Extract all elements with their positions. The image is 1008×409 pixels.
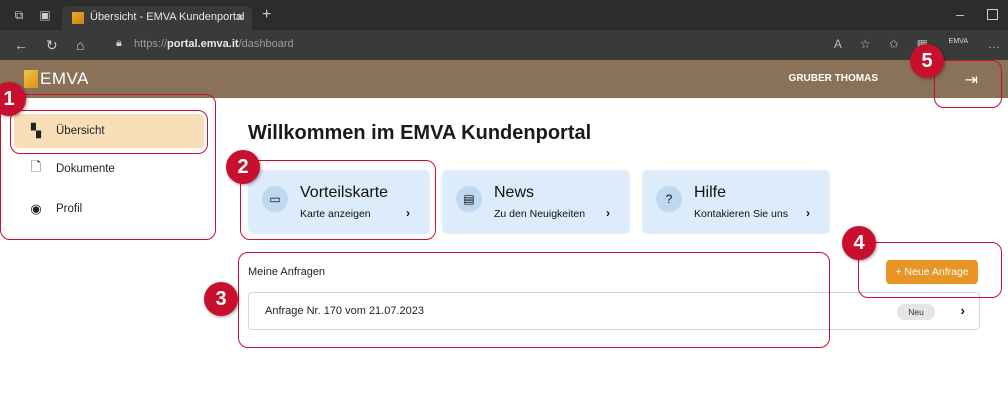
emva-favicon-icon (72, 12, 84, 24)
logo-mark-icon (24, 70, 38, 88)
workspaces-icon[interactable]: ⧉ (12, 8, 26, 22)
logo-text: EMVA (40, 69, 89, 88)
back-icon[interactable]: ← (14, 37, 28, 53)
annotation-box-vorteilskarte (240, 160, 436, 240)
url-text: https://portal.emva.it/dashboard (134, 38, 294, 50)
lock-icon: 🔒︎ (116, 37, 122, 49)
tab-close-icon[interactable]: × (237, 10, 244, 24)
user-name[interactable]: GRUBER THOMAS (789, 73, 878, 84)
chevron-right-icon: › (960, 303, 965, 318)
reload-icon[interactable]: ↻ (46, 37, 58, 54)
minimize-icon[interactable]: – (956, 6, 964, 22)
chevron-right-icon: › (606, 206, 610, 220)
news-icon: ▤ (456, 186, 482, 212)
card-subtitle: Zu den Neuigkeiten (494, 208, 586, 220)
url-field[interactable]: 🔒︎ https://portal.emva.it/dashboard (104, 34, 724, 56)
page-title: Willkommen im EMVA Kundenportal (248, 122, 592, 144)
card-title: Hilfe (694, 184, 727, 201)
favorite-star-icon[interactable]: ☆ (860, 37, 871, 51)
help-icon: ? (656, 186, 682, 212)
chevron-right-icon: › (806, 206, 810, 220)
status-badge: Neu (897, 304, 935, 320)
browser-tab-bar: ⧉ ▣ Übersicht - EMVA Kundenportal × + – (0, 0, 1008, 30)
annotation-badge-4: 4 (842, 226, 876, 260)
card-subtitle: Kontakieren Sie uns (694, 208, 788, 220)
app-header: EMVA GRUBER THOMAS ⇥ (0, 60, 1008, 98)
annotation-box-new-request (858, 242, 1002, 298)
annotation-badge-3: 3 (204, 282, 238, 316)
home-icon[interactable]: ⌂ (76, 37, 84, 53)
favorites-icon[interactable]: ✩ (889, 37, 899, 51)
annotation-badge-5: 5 (910, 44, 944, 78)
browser-profile-button[interactable]: EMVA (949, 38, 968, 45)
annotation-badge-2: 2 (226, 150, 260, 184)
tab-title: Übersicht - EMVA Kundenportal (90, 11, 245, 23)
card-title: News (494, 184, 535, 201)
annotation-box-logout (934, 60, 1002, 108)
tab-actions-icon[interactable]: ▣ (38, 8, 52, 22)
browser-tab[interactable]: Übersicht - EMVA Kundenportal × (62, 6, 252, 30)
emva-logo[interactable]: EMVA (24, 69, 89, 89)
more-options-icon[interactable]: … (988, 37, 1000, 51)
maximize-icon[interactable] (987, 9, 998, 20)
card-hilfe[interactable]: ? Hilfe Kontakieren Sie uns › (642, 170, 830, 234)
browser-address-bar: ← ↻ ⌂ 🔒︎ https://portal.emva.it/dashboar… (0, 30, 1008, 60)
card-news[interactable]: ▤ News Zu den Neuigkeiten › (442, 170, 630, 234)
new-tab-button[interactable]: + (262, 6, 271, 24)
annotation-box-uebersicht (10, 110, 208, 154)
read-aloud-icon[interactable]: A (834, 37, 842, 51)
annotation-box-requests (238, 252, 830, 348)
